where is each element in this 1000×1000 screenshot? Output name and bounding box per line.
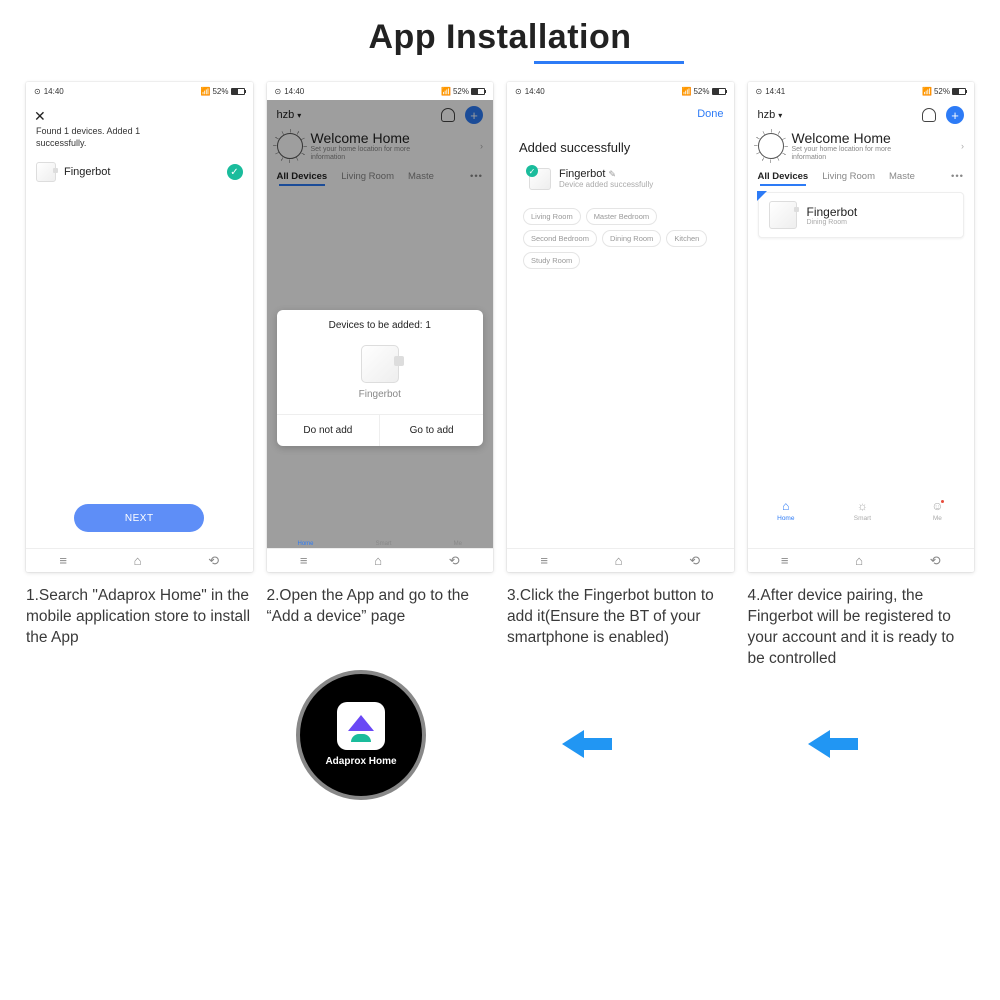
screen-1: ⊙14:40 📶52% ✕ Found 1 devices. Added 1 s… <box>26 82 253 572</box>
caption-4: 4.After device pairing, the Fingerbot wi… <box>748 586 975 670</box>
sun-icon <box>758 133 784 159</box>
edit-icon[interactable]: ✎ <box>608 169 616 179</box>
room-option[interactable]: Dining Room <box>602 230 661 247</box>
android-navbar: ≡⌂⟲ <box>748 548 975 572</box>
status-bar: ⊙14:40 📶52% <box>507 82 734 100</box>
welcome-subtitle: Set your home location for more informat… <box>792 146 912 161</box>
device-room: Dining Room <box>807 219 858 226</box>
welcome-title: Welcome Home <box>792 130 912 146</box>
found-devices-text: Found 1 devices. Added 1 successfully. <box>36 126 156 149</box>
device-name: Fingerbot <box>64 166 110 178</box>
caption-2: 2.Open the App and go to the “Add a devi… <box>267 586 494 670</box>
device-icon: ✓ <box>529 168 551 190</box>
add-icon[interactable]: + <box>946 106 964 124</box>
new-device-marker <box>757 191 767 201</box>
added-successfully-title: Added successfully <box>519 140 630 155</box>
tab-smart[interactable]: ☼Smart <box>854 499 871 522</box>
device-name: Fingerbot <box>807 205 858 219</box>
screens-row: ⊙14:40 📶52% ✕ Found 1 devices. Added 1 s… <box>0 82 1000 572</box>
screen-2: ⊙14:40 📶52% hzb▾ + Welcome Home Set your… <box>267 82 494 572</box>
time: 14:40 <box>44 87 64 96</box>
caption-3: 3.Click the Fingerbot button to add it(E… <box>507 586 734 670</box>
title-underline <box>534 61 684 64</box>
device-added-sub: Device added successfully <box>559 180 653 189</box>
screen-3: ⊙14:40 📶52% Done Added successfully ✓ Fi… <box>507 82 734 572</box>
device-icon <box>769 201 797 229</box>
room-option[interactable]: Kitchen <box>666 230 707 247</box>
android-navbar: ≡⌂⟲ <box>507 548 734 572</box>
tab-living-room[interactable]: Living Room <box>822 171 875 182</box>
welcome-row[interactable]: Welcome Home Set your home location for … <box>748 124 975 165</box>
device-icon <box>361 345 399 383</box>
device-row[interactable]: Fingerbot ✓ <box>36 162 243 182</box>
device-card[interactable]: Fingerbot Dining Room <box>758 192 965 238</box>
account-name[interactable]: hzb <box>758 109 776 121</box>
android-navbar: ≡⌂⟲ <box>267 548 494 572</box>
room-option[interactable]: Master Bedroom <box>586 208 657 225</box>
status-bar: ⊙14:40 📶52% <box>26 82 253 100</box>
app-bubble: Adaprox Home <box>296 670 426 800</box>
next-button[interactable]: NEXT <box>74 504 204 532</box>
status-bar: ⊙14:41 📶52% <box>748 82 975 100</box>
bottom-tabbar: ⌂Home ☼Smart ☺Me <box>748 499 975 522</box>
add-device-modal: Devices to be added: 1 Fingerbot Do not … <box>277 310 484 446</box>
device-icon <box>36 162 56 182</box>
bottom-tabbar: Home Smart Me <box>267 539 494 549</box>
go-to-add-button[interactable]: Go to add <box>380 415 483 446</box>
tab-master[interactable]: Maste <box>889 171 915 182</box>
rooms-selector: Living Room Master Bedroom Second Bedroo… <box>523 208 718 269</box>
app-icon <box>337 702 385 750</box>
room-option[interactable]: Second Bedroom <box>523 230 597 247</box>
added-device-row: ✓ Fingerbot✎ Device added successfully <box>529 168 653 190</box>
caption-1: 1.Search "Adaprox Home" in the mobile ap… <box>26 586 253 670</box>
tab-me[interactable]: ☺Me <box>930 499 944 522</box>
page-title: App Installation <box>0 0 1000 61</box>
device-tabs: All Devices Living Room Maste ••• <box>748 165 975 184</box>
tab-all-devices[interactable]: All Devices <box>758 171 809 182</box>
bottom-row: Adaprox Home <box>0 670 1000 850</box>
tab-home[interactable]: ⌂Home <box>777 499 794 522</box>
battery-pct: 52% <box>212 87 228 96</box>
flow-arrow-icon <box>562 730 612 758</box>
modal-device-name: Fingerbot <box>359 389 401 400</box>
close-icon[interactable]: ✕ <box>34 108 46 125</box>
app-label: Adaprox Home <box>325 756 396 767</box>
modal-title: Devices to be added: 1 <box>277 310 484 337</box>
mic-icon[interactable] <box>922 108 936 122</box>
done-button[interactable]: Done <box>697 108 723 120</box>
status-bar: ⊙14:40 📶52% <box>267 82 494 100</box>
room-option[interactable]: Living Room <box>523 208 581 225</box>
do-not-add-button[interactable]: Do not add <box>277 415 381 446</box>
tabs-more-icon[interactable]: ••• <box>951 171 964 182</box>
flow-arrow-icon <box>808 730 858 758</box>
room-option[interactable]: Study Room <box>523 252 580 269</box>
device-name: Fingerbot <box>559 168 605 180</box>
check-icon: ✓ <box>526 165 538 177</box>
captions-row: 1.Search "Adaprox Home" in the mobile ap… <box>0 572 1000 670</box>
screen-4: ⊙14:41 📶52% hzb▾ + Welcome Home Set your… <box>748 82 975 572</box>
home-header: hzb▾ + <box>748 100 975 124</box>
check-icon: ✓ <box>227 164 243 180</box>
android-navbar: ≡⌂⟲ <box>26 548 253 572</box>
